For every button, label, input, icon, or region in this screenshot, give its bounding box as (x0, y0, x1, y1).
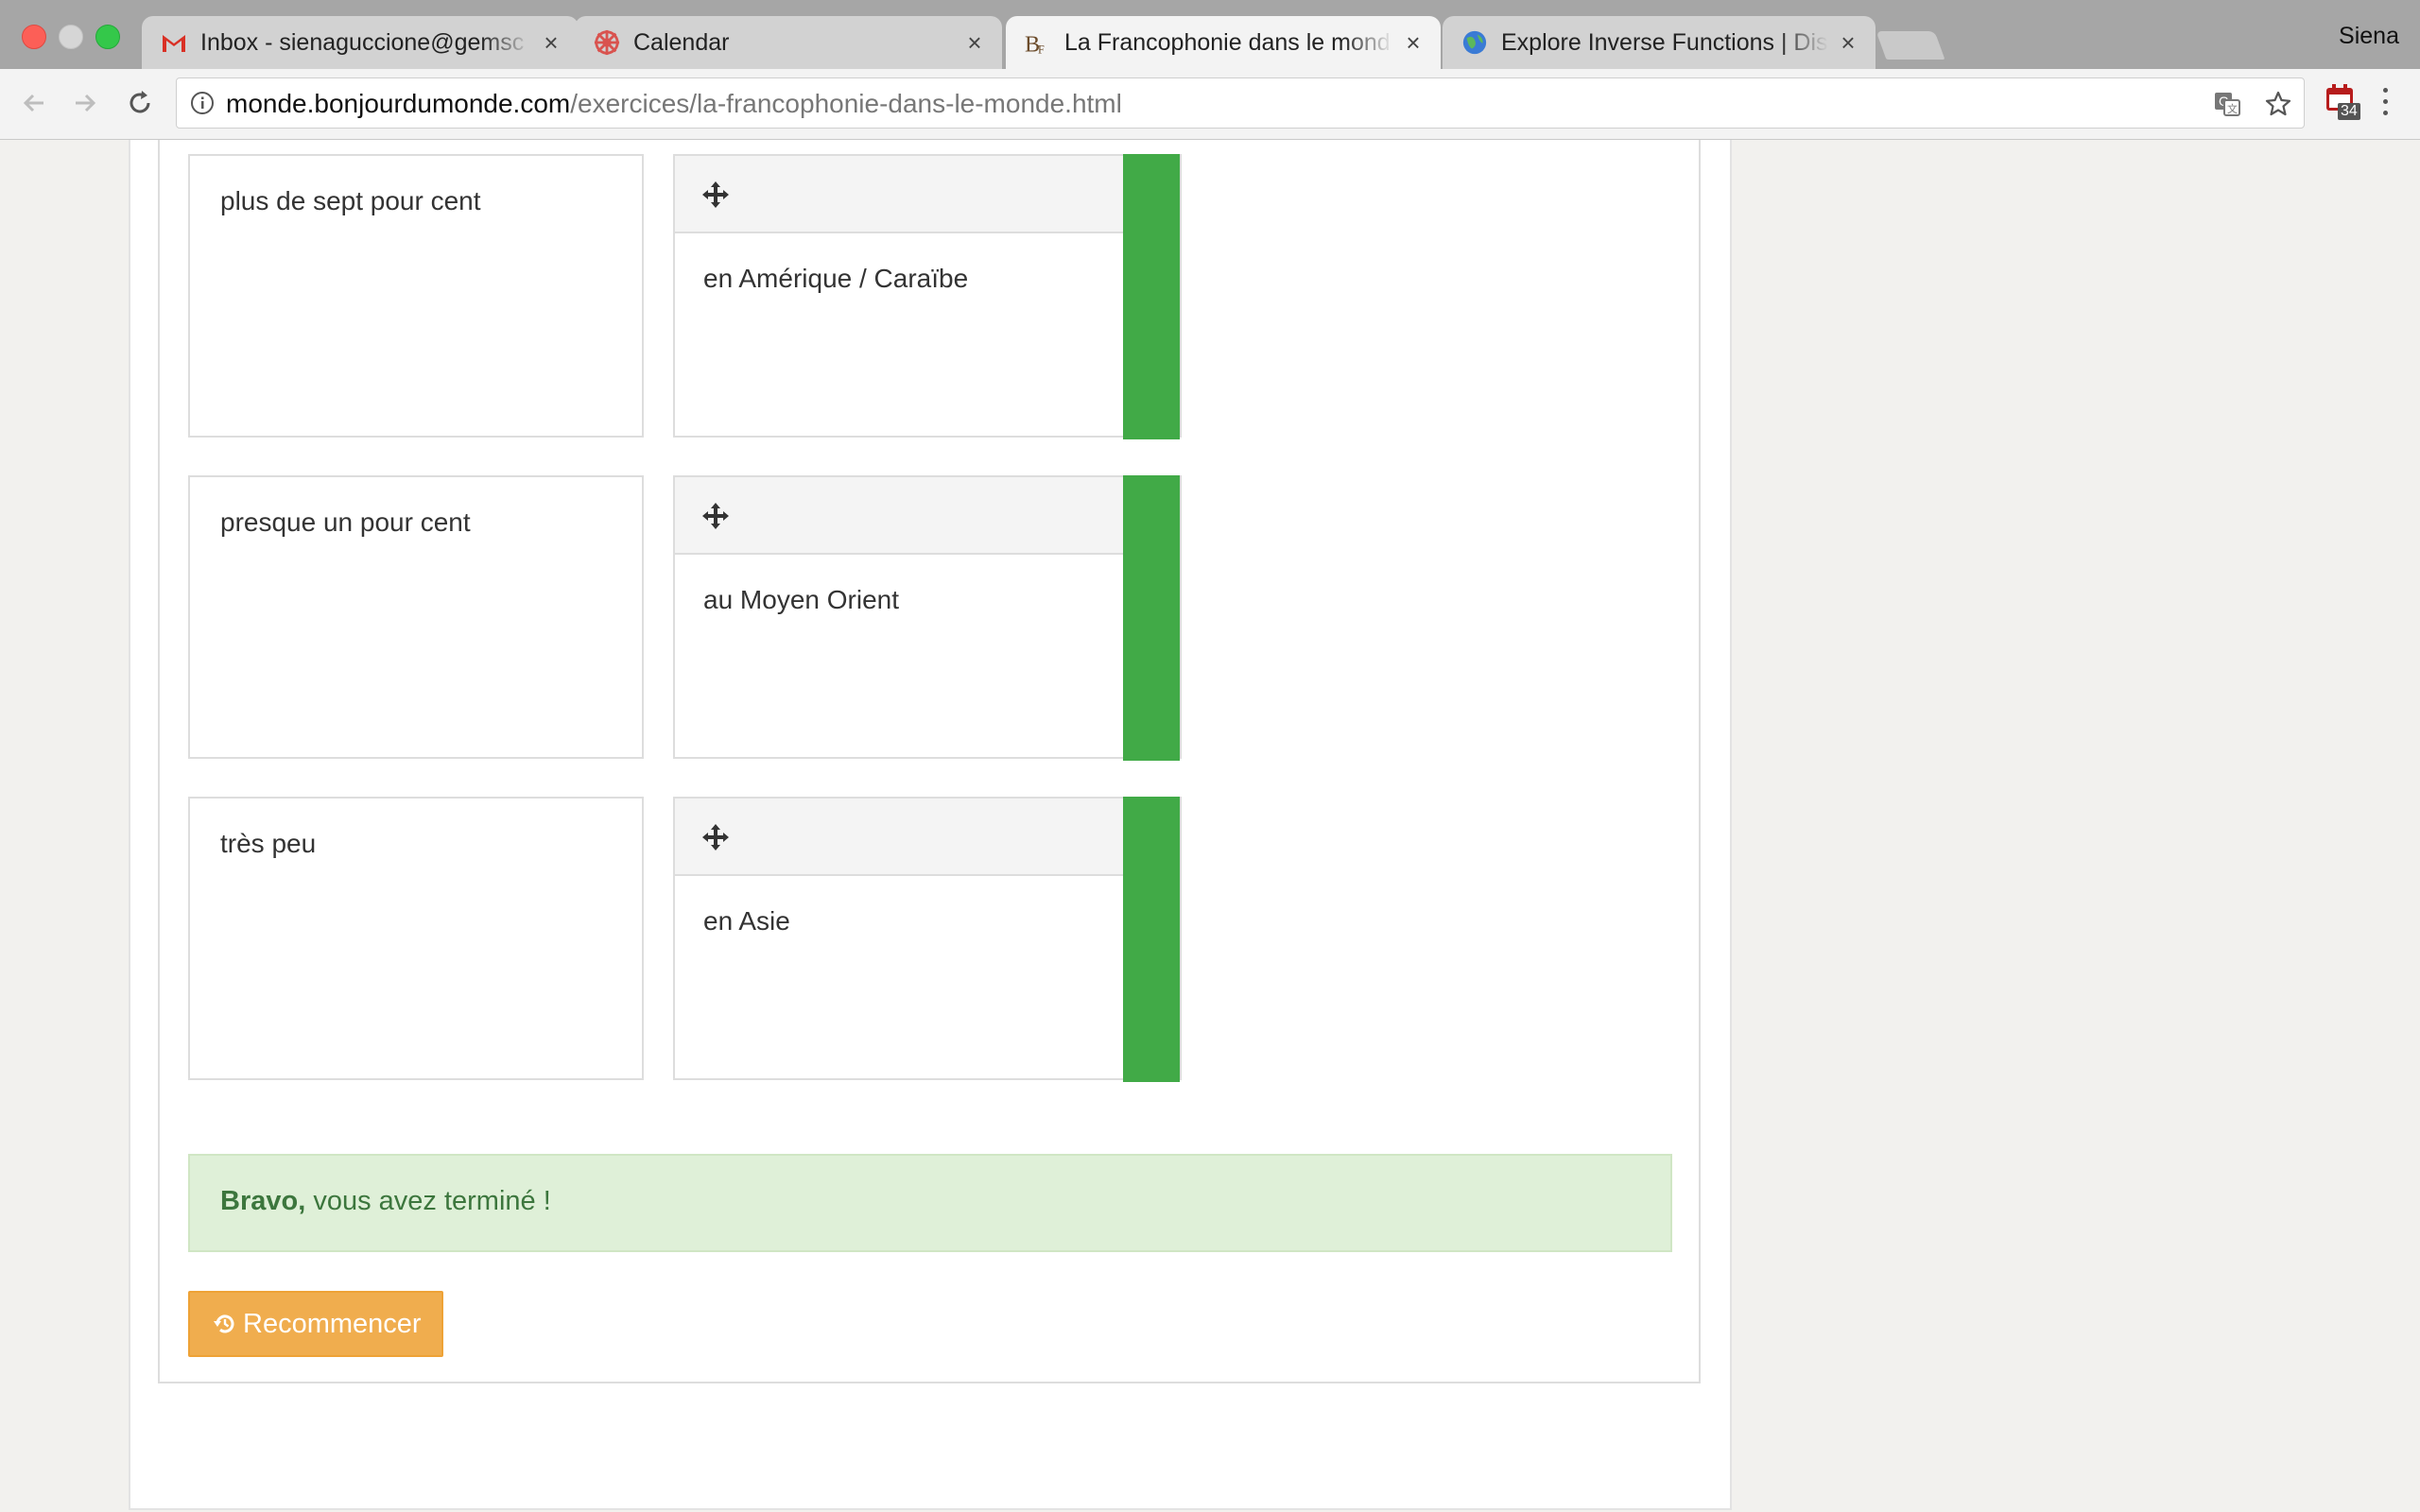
url-path: /exercices/la-francophonie-dans-le-monde… (570, 89, 1122, 118)
tab-title: Explore Inverse Functions | Dis (1501, 28, 1828, 56)
extension-badge: 34 (2338, 103, 2360, 120)
menu-icon[interactable] (2380, 88, 2390, 120)
tab-title: La Francophonie dans le mond (1064, 29, 1391, 56)
reload-icon (130, 91, 150, 113)
url-text[interactable]: monde.bonjourdumonde.com/exercices/la-fr… (226, 89, 1122, 119)
move-icon[interactable] (701, 180, 730, 209)
tab-francophonie[interactable]: BF La Francophonie dans le mond × (1006, 16, 1441, 70)
svg-text:F: F (1038, 43, 1045, 56)
back-button[interactable] (17, 86, 51, 120)
page-viewport: plus de sept pour cent en Amérique / Car… (0, 140, 2420, 1512)
prompt-text: presque un pour cent (220, 507, 471, 537)
gmail-icon (161, 29, 187, 56)
tab-calendar[interactable]: Calendar × (575, 16, 1002, 69)
history-icon (214, 1314, 234, 1333)
restart-button[interactable]: Recommencer (188, 1291, 443, 1357)
close-tab-icon[interactable]: × (964, 28, 985, 58)
site-info-icon[interactable] (190, 91, 215, 115)
match-row: plus de sept pour cent en Amérique / Car… (188, 154, 1182, 439)
extension-calendar-icon[interactable]: 34 (2325, 84, 2360, 122)
close-tab-icon[interactable]: × (1403, 28, 1424, 58)
maximize-window-button[interactable] (95, 25, 120, 49)
address-bar[interactable]: monde.bonjourdumonde.com/exercices/la-fr… (176, 77, 2305, 129)
correct-indicator (1123, 154, 1180, 439)
profile-name[interactable]: Siena (2339, 23, 2399, 50)
answer-card[interactable]: en Amérique / Caraïbe (673, 154, 1182, 439)
answer-card[interactable]: en Asie (673, 797, 1182, 1082)
prompt-card: plus de sept pour cent (188, 154, 644, 438)
translate-icon[interactable]: G文 (2213, 90, 2241, 118)
forward-button[interactable] (68, 86, 102, 120)
match-row: très peu en Asie (188, 797, 1182, 1082)
tab-title: Inbox - sienaguccione@gemsc (200, 28, 525, 56)
success-message: vous avez terminé ! (305, 1186, 551, 1216)
move-icon[interactable] (701, 823, 730, 851)
minimize-window-button[interactable] (59, 25, 83, 49)
correct-indicator (1123, 797, 1180, 1082)
answer-text: en Amérique / Caraïbe (703, 264, 969, 293)
tab-title: Calendar (633, 28, 730, 56)
tab-strip: Inbox - sienaguccione@gemsc × Calendar ×… (0, 0, 2420, 70)
back-arrow-icon (23, 94, 43, 112)
close-window-button[interactable] (22, 25, 46, 49)
close-tab-icon[interactable]: × (541, 28, 562, 58)
match-row: presque un pour cent au Moyen Orient (188, 475, 1182, 761)
answer-text: au Moyen Orient (703, 585, 899, 614)
forward-arrow-icon (76, 94, 96, 112)
success-alert: Bravo, vous avez terminé ! (188, 1154, 1672, 1252)
correct-indicator (1123, 475, 1180, 761)
bonjourdumonde-icon: BF (1025, 30, 1051, 57)
prompt-card: très peu (188, 797, 644, 1080)
new-tab-button[interactable] (1876, 31, 1945, 60)
restart-label: Recommencer (243, 1308, 422, 1339)
prompt-card: presque un pour cent (188, 475, 644, 759)
answer-text: en Asie (703, 906, 790, 936)
drag-handle-bar[interactable] (675, 156, 1129, 233)
globe-icon (1461, 29, 1488, 56)
drag-handle-bar[interactable] (675, 477, 1129, 555)
close-tab-icon[interactable]: × (1838, 28, 1858, 58)
tab-inbox[interactable]: Inbox - sienaguccione@gemsc × (142, 16, 579, 69)
browser-toolbar: monde.bonjourdumonde.com/exercices/la-fr… (0, 69, 2420, 140)
answer-card[interactable]: au Moyen Orient (673, 475, 1182, 761)
bookmark-star-icon[interactable] (2264, 90, 2292, 118)
svg-text:文: 文 (2227, 102, 2238, 115)
reload-button[interactable] (123, 86, 157, 120)
drag-handle-bar[interactable] (675, 799, 1129, 876)
url-host: monde.bonjourdumonde.com (226, 89, 571, 118)
prompt-text: plus de sept pour cent (220, 186, 481, 215)
success-bold: Bravo, (220, 1186, 306, 1216)
calendar-icon (594, 29, 620, 56)
move-icon[interactable] (701, 502, 730, 530)
tab-inverse-functions[interactable]: Explore Inverse Functions | Dis × (1443, 16, 1876, 69)
prompt-text: très peu (220, 829, 317, 858)
